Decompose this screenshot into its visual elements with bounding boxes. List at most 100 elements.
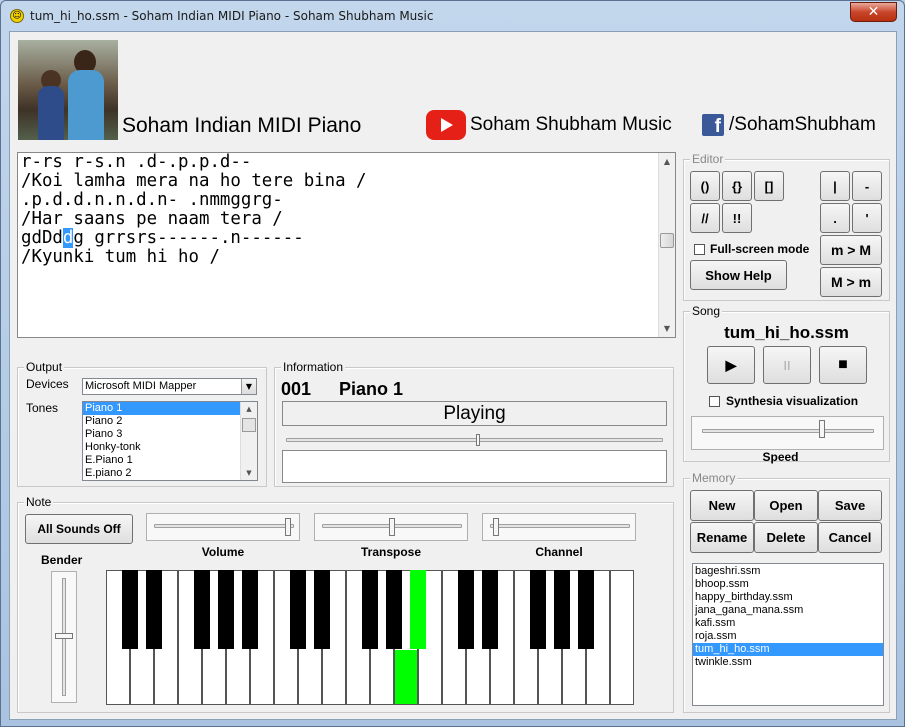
list-item[interactable]: E.piano 2 (83, 467, 257, 480)
insert-bar-button[interactable]: | (820, 171, 850, 201)
chevron-down-icon[interactable]: ▼ (241, 379, 256, 394)
tones-scrollbar[interactable]: ▲ ▼ (240, 402, 257, 480)
black-key[interactable] (386, 570, 402, 649)
list-item[interactable]: Piano 2 (83, 415, 257, 428)
black-key[interactable] (362, 570, 378, 649)
upper-to-lower-button[interactable]: M > m (820, 267, 882, 297)
bender-slider-thumb[interactable] (55, 633, 73, 639)
list-item[interactable]: bhoop.ssm (693, 578, 883, 591)
bender-slider[interactable] (51, 571, 77, 703)
list-item-selected[interactable]: tum_hi_ho.ssm (693, 643, 883, 656)
facebook-icon[interactable]: f (702, 114, 724, 137)
notation-editor[interactable]: r-rs r-s.n .d-.p.p.d--/Koi lamha mera na… (17, 152, 676, 338)
black-key[interactable] (146, 570, 162, 649)
status-box: Playing (282, 401, 667, 426)
save-button[interactable]: Save (818, 490, 882, 521)
scroll-down-icon[interactable]: ▼ (659, 320, 675, 337)
black-key[interactable] (194, 570, 210, 649)
list-item[interactable]: twinkle.ssm (693, 656, 883, 669)
transpose-slider[interactable] (314, 513, 468, 541)
fullscreen-checkbox[interactable] (694, 244, 705, 255)
new-button[interactable]: New (690, 490, 754, 521)
show-help-button[interactable]: Show Help (690, 260, 787, 290)
list-item[interactable]: happy_birthday.ssm (693, 591, 883, 604)
black-key[interactable] (122, 570, 138, 649)
black-key[interactable] (554, 570, 570, 649)
insert-apostrophe-button[interactable]: ' (852, 203, 882, 233)
text-selection: d (62, 228, 74, 248)
youtube-icon[interactable] (426, 110, 466, 140)
list-item[interactable]: jana_gana_mana.ssm (693, 604, 883, 617)
scroll-up-icon[interactable]: ▲ (659, 153, 675, 170)
list-item[interactable]: kafi.ssm (693, 617, 883, 630)
insert-bangs-button[interactable]: !! (722, 203, 752, 233)
title-bar[interactable]: ☺ tum_hi_ho.ssm - Soham Indian MIDI Pian… (1, 1, 904, 31)
cancel-button[interactable]: Cancel (818, 522, 882, 553)
scroll-up-icon[interactable]: ▲ (241, 402, 257, 416)
editor-scrollbar[interactable]: ▲ ▼ (658, 153, 675, 337)
rename-button[interactable]: Rename (690, 522, 754, 553)
black-key[interactable] (578, 570, 594, 649)
insert-dash-button[interactable]: - (852, 171, 882, 201)
open-button[interactable]: Open (754, 490, 818, 521)
scroll-thumb[interactable] (660, 233, 674, 248)
volume-slider[interactable] (146, 513, 300, 541)
speed-slider-thumb[interactable] (819, 420, 825, 438)
transpose-label: Transpose (360, 545, 422, 559)
channel-slider-thumb[interactable] (493, 518, 499, 536)
list-item[interactable]: E.Piano 1 (83, 454, 257, 467)
volume-slider-thumb[interactable] (285, 518, 291, 536)
progress-thumb[interactable] (476, 434, 480, 446)
memory-group: Memory New Open Save Rename Delete Cance… (683, 471, 890, 713)
list-item[interactable]: Piano 3 (83, 428, 257, 441)
pause-button[interactable]: II (763, 346, 811, 384)
instrument-number: 001 (281, 379, 312, 399)
information-group-label: Information (281, 360, 346, 374)
black-key[interactable] (530, 570, 546, 649)
delete-button[interactable]: Delete (754, 522, 818, 553)
list-item[interactable]: Honky-tonk (83, 441, 257, 454)
window-title: tum_hi_ho.ssm - Soham Indian MIDI Piano … (30, 9, 434, 23)
black-key[interactable] (314, 570, 330, 649)
scroll-down-icon[interactable]: ▼ (241, 466, 257, 480)
insert-braces-button[interactable]: {} (722, 171, 752, 201)
list-item-selected[interactable]: Piano 1 (83, 402, 257, 415)
lower-to-upper-button[interactable]: m > M (820, 235, 882, 265)
black-key[interactable] (410, 570, 426, 649)
youtube-link[interactable]: Soham Shubham Music (470, 114, 672, 136)
channel-slider[interactable] (482, 513, 636, 541)
black-key[interactable] (242, 570, 258, 649)
white-key[interactable] (610, 570, 634, 705)
close-button[interactable]: ✕ (850, 2, 897, 22)
editor-text[interactable]: r-rs r-s.n .d-.p.p.d--/Koi lamha mera na… (21, 153, 651, 267)
insert-parens-button[interactable]: () (690, 171, 720, 201)
insert-dot-button[interactable]: . (820, 203, 850, 233)
device-select[interactable]: Microsoft MIDI Mapper ▼ (82, 378, 257, 395)
facebook-link[interactable]: /SohamShubham (729, 114, 876, 136)
black-key[interactable] (482, 570, 498, 649)
list-item[interactable]: bageshri.ssm (693, 565, 883, 578)
synthesia-checkbox[interactable] (709, 396, 720, 407)
fullscreen-label: Full-screen mode (710, 242, 810, 256)
insert-brackets-button[interactable]: [] (754, 171, 784, 201)
list-item[interactable]: roja.ssm (693, 630, 883, 643)
speed-slider[interactable] (691, 416, 884, 450)
scroll-thumb[interactable] (242, 418, 256, 432)
insert-slashes-button[interactable]: // (690, 203, 720, 233)
smiley-icon[interactable]: ☺ (10, 9, 24, 23)
profile-photo (18, 40, 118, 140)
black-key[interactable] (218, 570, 234, 649)
play-button[interactable]: ▶ (707, 346, 755, 384)
editor-line: /Kyunki tum hi ho / (21, 247, 220, 267)
song-list[interactable]: bageshri.ssm bhoop.ssm happy_birthday.ss… (692, 563, 884, 706)
synthesia-label: Synthesia visualization (726, 394, 859, 408)
editor-line: r-rs r-s.n .d-.p.p.d-- (21, 152, 252, 172)
piano-keyboard[interactable] (106, 570, 635, 706)
black-key[interactable] (290, 570, 306, 649)
progress-track[interactable] (286, 438, 663, 442)
stop-button[interactable]: ■ (819, 346, 867, 384)
transpose-slider-thumb[interactable] (389, 518, 395, 536)
all-sounds-off-button[interactable]: All Sounds Off (25, 514, 133, 544)
tones-list[interactable]: Piano 1 Piano 2 Piano 3 Honky-tonk E.Pia… (82, 401, 258, 481)
black-key[interactable] (458, 570, 474, 649)
